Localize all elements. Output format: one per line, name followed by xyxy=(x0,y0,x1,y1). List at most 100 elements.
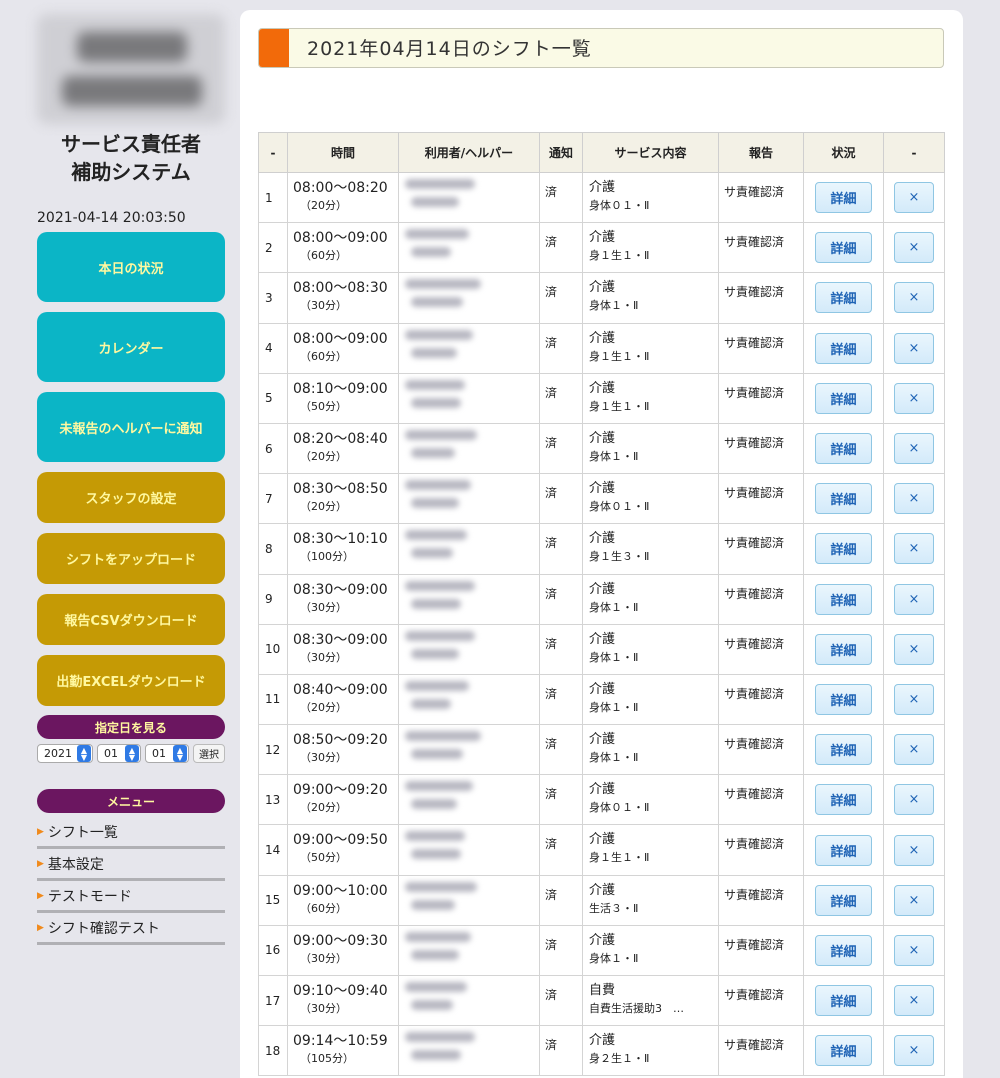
upload-shift-button[interactable]: シフトをアップロード xyxy=(37,533,225,584)
table-header-row: - 時間 利用者/ヘルパー 通知 サービス内容 報告 状況 - xyxy=(258,132,945,173)
delete-button[interactable]: × xyxy=(894,1035,934,1067)
duration: （20分） xyxy=(300,700,347,714)
delete-button[interactable]: × xyxy=(894,834,934,866)
delete-button[interactable]: × xyxy=(894,282,934,314)
redacted-user-name xyxy=(405,630,475,641)
status-cell: 詳細 xyxy=(803,222,884,274)
user-helper-cell xyxy=(398,824,540,876)
delete-button[interactable]: × xyxy=(894,483,934,515)
notice-status: 済 xyxy=(539,974,583,1027)
detail-button[interactable]: 詳細 xyxy=(815,884,872,916)
service-detail: 身体１・Ⅱ xyxy=(589,449,639,463)
menu-heading: メニュー xyxy=(37,789,225,813)
service-cell: 介護 身２生１・Ⅱ xyxy=(582,1025,719,1077)
detail-button[interactable]: 詳細 xyxy=(815,282,872,314)
notice-status: 済 xyxy=(539,272,583,324)
main-panel: 2021年04月14日のシフト一覧 - 時間 利用者/ヘルパー 通知 サービス内… xyxy=(240,10,963,1078)
table-row: 17 09:10〜09:40 （30分）済自費 自費生活援助3 … サ責確認済 詳細 × xyxy=(258,974,945,1027)
delete-button[interactable]: × xyxy=(894,683,934,715)
service-category: 介護 xyxy=(589,581,616,597)
month-select[interactable]: 01 ▲ ▼ xyxy=(97,744,141,763)
detail-button[interactable]: 詳細 xyxy=(815,784,872,816)
service-cell: 介護 身体０１・Ⅱ xyxy=(582,774,719,826)
service-detail: 身体０１・Ⅱ xyxy=(589,500,650,514)
service-category: 介護 xyxy=(589,430,616,446)
detail-button[interactable]: 詳細 xyxy=(815,633,872,665)
status-cell: 詳細 xyxy=(803,724,884,776)
delete-button[interactable]: × xyxy=(894,232,934,264)
day-select[interactable]: 01 ▲ ▼ xyxy=(145,744,189,763)
menu-item-shift-list[interactable]: ▶ シフト一覧 xyxy=(37,817,225,849)
row-number: 13 xyxy=(258,774,288,826)
redacted-user-name xyxy=(405,229,469,240)
year-select[interactable]: 2021 ▲ ▼ xyxy=(37,744,93,763)
duration: （30分） xyxy=(300,951,347,965)
detail-button[interactable]: 詳細 xyxy=(815,382,872,414)
menu-item-basic-settings[interactable]: ▶ 基本設定 xyxy=(37,849,225,881)
notice-status: 済 xyxy=(539,322,583,374)
detail-button[interactable]: 詳細 xyxy=(815,1035,872,1067)
detail-button[interactable]: 詳細 xyxy=(815,483,872,515)
time-range: 08:00〜09:00 xyxy=(293,230,388,247)
time-cell: 08:50〜09:20 （30分） xyxy=(287,724,399,776)
notice-status: 済 xyxy=(539,824,583,876)
detail-button[interactable]: 詳細 xyxy=(815,182,872,214)
menu-item-test-mode[interactable]: ▶ テストモード xyxy=(37,881,225,913)
attendance-excel-download-button[interactable]: 出勤EXCELダウンロード xyxy=(37,655,225,706)
row-number: 3 xyxy=(258,272,288,324)
detail-button[interactable]: 詳細 xyxy=(815,332,872,364)
delete-button[interactable]: × xyxy=(894,583,934,615)
detail-button[interactable]: 詳細 xyxy=(815,934,872,966)
service-cell: 介護 身体０１・Ⅱ xyxy=(582,473,719,525)
detail-button[interactable]: 詳細 xyxy=(815,533,872,565)
user-helper-cell xyxy=(398,774,540,826)
column-header: 報告 xyxy=(718,132,804,173)
report-csv-download-button[interactable]: 報告CSVダウンロード xyxy=(37,594,225,645)
delete-button[interactable]: × xyxy=(894,533,934,565)
table-row: 7 08:30〜08:50 （20分）済介護 身体０１・Ⅱ サ責確認済 詳細 × xyxy=(258,473,945,525)
row-number: 17 xyxy=(258,974,288,1027)
service-cell: 介護 身体１・Ⅱ xyxy=(582,272,719,324)
detail-button[interactable]: 詳細 xyxy=(815,985,872,1017)
report-status: サ責確認済 xyxy=(718,222,804,274)
service-cell: 介護 身体１・Ⅱ xyxy=(582,623,719,675)
detail-button[interactable]: 詳細 xyxy=(815,433,872,465)
detail-button[interactable]: 詳細 xyxy=(815,734,872,766)
detail-button[interactable]: 詳細 xyxy=(815,834,872,866)
detail-button[interactable]: 詳細 xyxy=(815,232,872,264)
calendar-button[interactable]: カレンダー xyxy=(37,312,225,382)
delete-button[interactable]: × xyxy=(894,985,934,1017)
service-detail: 身体０１・Ⅱ xyxy=(589,199,650,212)
delete-button[interactable]: × xyxy=(894,784,934,816)
delete-button[interactable]: × xyxy=(894,884,934,916)
user-helper-cell xyxy=(398,874,540,926)
time-cell: 08:00〜09:00 （60分） xyxy=(287,322,399,374)
delete-button[interactable]: × xyxy=(894,332,934,364)
select-date-button[interactable]: 選択 xyxy=(193,744,225,763)
today-status-button[interactable]: 本日の状況 xyxy=(37,232,225,302)
notify-unreported-helpers-button[interactable]: 未報告のヘルパーに通知 xyxy=(37,392,225,462)
service-category: 介護 xyxy=(589,330,616,346)
delete-button[interactable]: × xyxy=(894,433,934,465)
delete-button[interactable]: × xyxy=(894,633,934,665)
delete-cell: × xyxy=(883,523,945,575)
redacted-user-name xyxy=(405,580,475,591)
delete-button[interactable]: × xyxy=(894,382,934,414)
redacted-user-name xyxy=(405,781,473,792)
redacted-user-name xyxy=(405,179,475,189)
staff-settings-button[interactable]: スタッフの設定 xyxy=(37,472,225,523)
delete-button[interactable]: × xyxy=(894,934,934,966)
detail-button[interactable]: 詳細 xyxy=(815,683,872,715)
menu-item-shift-confirm-test[interactable]: ▶ シフト確認テスト xyxy=(37,913,225,945)
time-range: 08:50〜09:20 xyxy=(293,732,388,749)
delete-button[interactable]: × xyxy=(894,734,934,766)
duration: （30分） xyxy=(300,299,347,313)
time-cell: 08:30〜09:00 （30分） xyxy=(287,623,399,675)
notice-status: 済 xyxy=(539,623,583,675)
row-number: 10 xyxy=(258,623,288,675)
table-row: 14 09:00〜09:50 （50分）済介護 身１生１・Ⅱ サ責確認済 詳細 × xyxy=(258,824,945,876)
date-picker-heading: 指定日を見る xyxy=(37,715,225,739)
status-cell: 詳細 xyxy=(803,372,884,424)
detail-button[interactable]: 詳細 xyxy=(815,583,872,615)
delete-button[interactable]: × xyxy=(894,182,934,214)
